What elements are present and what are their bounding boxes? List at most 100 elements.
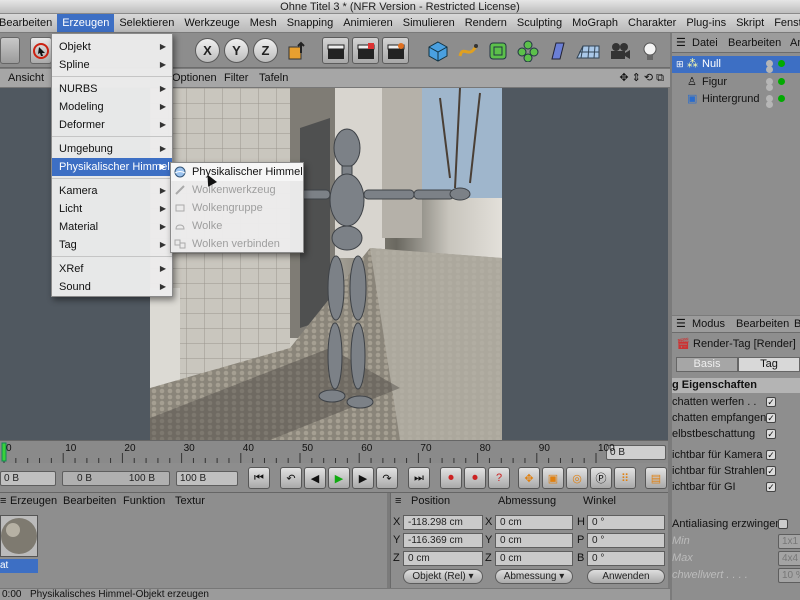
play-button[interactable]: ▶: [328, 467, 350, 489]
end-frame-field[interactable]: 100 B: [176, 471, 238, 486]
menu-mograph[interactable]: MoGraph: [567, 14, 623, 32]
menu-plug-ins[interactable]: Plug-ins: [681, 14, 731, 32]
object-manager-menu-bearbeiten[interactable]: Bearbeiten: [728, 33, 781, 53]
menu-skript[interactable]: Skript: [731, 14, 769, 32]
live-selection-button[interactable]: [30, 37, 52, 64]
menu-werkzeuge[interactable]: Werkzeuge: [179, 14, 244, 32]
viewport-menu-filter[interactable]: Filter: [224, 69, 248, 88]
menu-item-modeling[interactable]: Modeling ▶: [52, 98, 172, 116]
x-axis-lock-button[interactable]: X: [195, 38, 220, 63]
checkbox-antialiasing[interactable]: [778, 519, 788, 529]
z-axis-lock-button[interactable]: Z: [253, 38, 278, 63]
spline-button[interactable]: [454, 37, 481, 64]
visibility-dots[interactable]: [766, 78, 796, 91]
object-manager-menu-datei[interactable]: Datei: [692, 33, 718, 53]
material-menu-erzeugen[interactable]: Erzeugen: [10, 493, 57, 509]
floor-button[interactable]: [574, 37, 601, 64]
render-settings-button[interactable]: [382, 37, 409, 64]
undo-button[interactable]: [0, 37, 20, 64]
viewport-navigation-icons[interactable]: ✥ ⇕ ⟲ ⧉: [619, 69, 664, 88]
object-manager-menu-ansicht[interactable]: Ans: [790, 33, 800, 53]
menu-snapping[interactable]: Snapping: [282, 14, 339, 32]
cube-button[interactable]: [424, 37, 451, 64]
coordinate-system-button[interactable]: [283, 37, 310, 64]
checkbox-schatten-werfen[interactable]: ✓: [766, 397, 776, 407]
viewport-menu-tafeln[interactable]: Tafeln: [259, 69, 288, 88]
y-axis-lock-button[interactable]: Y: [224, 38, 249, 63]
attribute-menu-modus[interactable]: Modus: [692, 316, 725, 333]
start-frame-field[interactable]: 0 B: [0, 471, 56, 486]
timeline-window-button[interactable]: ▤: [645, 467, 667, 489]
coord-angle-p-field[interactable]: 0 °: [587, 533, 665, 548]
key-position-button[interactable]: ✥: [518, 467, 540, 489]
coord-size-z-field[interactable]: 0 cm: [495, 551, 573, 566]
autokey-button[interactable]: ⏺: [464, 467, 486, 489]
camera-button[interactable]: [606, 37, 633, 64]
nurbs-button[interactable]: [484, 37, 511, 64]
menu-item-nurbs[interactable]: NURBS ▶: [52, 80, 172, 98]
next-key-button[interactable]: ↷: [376, 467, 398, 489]
menu-erzeugen[interactable]: Erzeugen: [57, 14, 115, 32]
array-button[interactable]: [514, 37, 541, 64]
viewport-menu-optionen[interactable]: Optionen: [172, 69, 217, 88]
key-pla-button[interactable]: ⠿: [614, 467, 636, 489]
material-name-label[interactable]: at: [0, 559, 38, 573]
menu-item-kamera[interactable]: Kamera ▶: [52, 182, 172, 200]
coord-pos-z-field[interactable]: 0 cm: [403, 551, 483, 566]
object-row-hintergrund[interactable]: ▣ Hintergrund: [672, 91, 800, 108]
aa-min-field[interactable]: 1x1: [778, 534, 800, 549]
menu-bearbeiten[interactable]: Bearbeiten: [0, 14, 57, 32]
coord-mode-select[interactable]: Objekt (Rel) ▾: [403, 569, 483, 584]
aa-threshold-field[interactable]: 10 %: [778, 568, 800, 583]
attribute-menu-bearbeiten[interactable]: Bearbeiten: [736, 316, 789, 333]
menu-item-material[interactable]: Material ▶: [52, 218, 172, 236]
material-menu-funktion[interactable]: Funktion: [123, 493, 165, 509]
menu-item-xref[interactable]: XRef ▶: [52, 260, 172, 278]
menu-item-umgebung[interactable]: Umgebung ▶: [52, 140, 172, 158]
record-button[interactable]: ⏺: [440, 467, 462, 489]
menu-item-deformer[interactable]: Deformer ▶: [52, 116, 172, 134]
menu-item-objekt[interactable]: Objekt ▶: [52, 38, 172, 56]
aa-max-field[interactable]: 4x4: [778, 551, 800, 566]
coord-pos-x-field[interactable]: -118.298 cm: [403, 515, 483, 530]
go-to-start-button[interactable]: ⏮: [248, 467, 270, 489]
current-frame-field[interactable]: 0 B: [606, 445, 666, 460]
next-frame-button[interactable]: ▶: [352, 467, 374, 489]
figure-object[interactable]: [300, 128, 500, 418]
object-row-figur[interactable]: ♙ Figur: [672, 74, 800, 91]
menu-charakter[interactable]: Charakter: [623, 14, 681, 32]
key-rotation-button[interactable]: ◎: [566, 467, 588, 489]
preview-range-slider[interactable]: 0 B 100 B: [62, 471, 170, 486]
menu-item-physikalischer-himmel[interactable]: Physikalischer Himmel ▶: [52, 158, 172, 176]
menu-item-spline[interactable]: Spline ▶: [52, 56, 172, 74]
light-button[interactable]: [636, 37, 663, 64]
coord-size-mode-select[interactable]: Abmessung ▾: [495, 569, 573, 584]
keyframe-selection-button[interactable]: ?: [488, 467, 510, 489]
render-view-button[interactable]: [322, 37, 349, 64]
viewport-menu-ansicht[interactable]: Ansicht: [8, 69, 44, 88]
material-menu-bearbeiten[interactable]: Bearbeiten: [63, 493, 116, 509]
checkbox-sichtbar-kamera[interactable]: ✓: [766, 450, 776, 460]
coord-size-x-field[interactable]: 0 cm: [495, 515, 573, 530]
key-scale-button[interactable]: ▣: [542, 467, 564, 489]
tab-basis[interactable]: Basis: [676, 357, 738, 372]
deformer-button[interactable]: [544, 37, 571, 64]
timeline-ruler[interactable]: 0 B 0 10 20 30 40 50 60 70 80 90 100: [0, 440, 668, 463]
tab-tag[interactable]: Tag: [738, 357, 800, 372]
menu-simulieren[interactable]: Simulieren: [398, 14, 460, 32]
checkbox-selbstbeschattung[interactable]: ✓: [766, 429, 776, 439]
visibility-dots[interactable]: [766, 95, 796, 108]
expand-icon[interactable]: ⊞: [676, 56, 684, 73]
object-row-null[interactable]: ⊞ ⁂ Null: [672, 56, 800, 73]
menu-mesh[interactable]: Mesh: [245, 14, 282, 32]
render-to-picture-viewer-button[interactable]: [352, 37, 379, 64]
menu-sculpting[interactable]: Sculpting: [512, 14, 567, 32]
menu-selektieren[interactable]: Selektieren: [114, 14, 179, 32]
menu-animieren[interactable]: Animieren: [338, 14, 398, 32]
submenu-item-physical-sky[interactable]: Physikalischer Himmel: [171, 163, 303, 181]
coord-size-y-field[interactable]: 0 cm: [495, 533, 573, 548]
material-menu-textur[interactable]: Textur: [175, 493, 205, 509]
checkbox-sichtbar-gi[interactable]: ✓: [766, 482, 776, 492]
checkbox-schatten-empfangen[interactable]: ✓: [766, 413, 776, 423]
checkbox-sichtbar-strahlen[interactable]: ✓: [766, 466, 776, 476]
